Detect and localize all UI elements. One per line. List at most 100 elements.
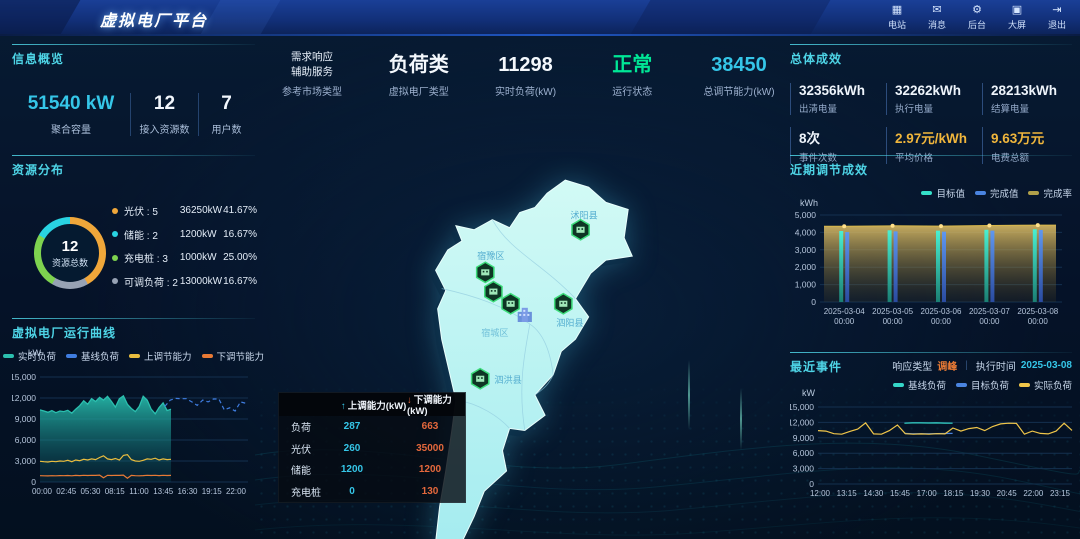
y-tick-label: 3,000 <box>793 464 815 474</box>
legend-row-charger: 充电桩 : 3 1000kW 25.00% <box>112 246 257 270</box>
station-marker[interactable] <box>485 281 502 301</box>
y-tick-label: 1,000 <box>795 280 817 290</box>
station-marker[interactable] <box>477 262 494 282</box>
y-tick-label: 0 <box>811 297 816 307</box>
x-tick-label: 19:30 <box>970 489 991 498</box>
station-marker[interactable] <box>502 294 519 314</box>
cell-executed-energy: 32262kWh 执行电量 <box>886 83 982 115</box>
stat-resources: 12 接入资源数 <box>130 93 198 136</box>
完成值-bar <box>845 232 849 302</box>
event-line-chart: 03,0006,0009,00012,00015,00012:0013:1514… <box>790 385 1080 503</box>
nav-station[interactable]: ▦ 电站 <box>882 3 912 31</box>
legend-row-pv: 光伏 : 5 36250kW 41.67% <box>112 199 257 223</box>
stat-run-status: 正常 运行状态 <box>588 50 676 98</box>
x-tick-label: 00:00 <box>32 487 53 496</box>
table-row-storage: 储能 1200 1200 <box>279 459 465 481</box>
station-marker[interactable] <box>572 220 589 240</box>
info-stats: 51540 kW 聚合容量 12 接入资源数 7 用户数 <box>12 93 255 136</box>
message-icon: ✉ <box>932 3 941 17</box>
nav-bigscreen[interactable]: ▣ 大屏 <box>1002 3 1032 31</box>
nav-admin[interactable]: ⚙ 后台 <box>962 3 992 31</box>
x-tick-label: 08:15 <box>105 487 126 496</box>
table-row-load: 负荷 287 663 <box>279 416 465 438</box>
legend-row-adjustable-load: 可调负荷 : 2 13000kW 16.67% <box>112 270 257 294</box>
y-tick-label: 3,000 <box>795 245 817 255</box>
stat-market-type: 需求响应 辅助服务 参考市场类型 <box>268 50 356 98</box>
response-type-value: 调峰 <box>937 358 957 373</box>
panel-title: 信息概览 <box>12 44 255 67</box>
目标值-bar <box>888 230 892 302</box>
y-tick-label: 9,000 <box>793 433 815 443</box>
station-icon: ▦ <box>892 3 902 17</box>
y-tick-label: 6,000 <box>793 448 815 458</box>
stat-capacity: 51540 kW 聚合容量 <box>12 93 130 136</box>
x-tick-label: 19:15 <box>202 487 223 496</box>
x-tick-date: 2025-03-08 <box>1017 307 1058 316</box>
donut-center: 12 资源总数 <box>41 224 99 282</box>
x-tick-label: 18:15 <box>943 489 964 498</box>
x-tick-label: 15:45 <box>890 489 911 498</box>
cell-cleared-energy: 32356kWh 出清电量 <box>790 83 886 115</box>
adjust-bar-chart: 01,0002,0003,0004,0005,0002025-03-0400:0… <box>790 185 1072 337</box>
gear-icon: ⚙ <box>972 3 982 17</box>
x-tick-label: 13:15 <box>837 489 858 498</box>
storage-dot <box>112 231 118 237</box>
header-decor <box>0 0 80 36</box>
y-tick-label: 5,000 <box>795 210 817 220</box>
exec-time-value: 2025-03-08 <box>1021 360 1072 371</box>
x-tick-label: 11:00 <box>129 487 149 496</box>
table-row-pv: 光伏 260 35000 <box>279 438 465 460</box>
目标值-bar <box>936 231 940 302</box>
y-tick-label: 15,000 <box>12 372 36 382</box>
基线负荷-line <box>165 398 246 411</box>
y-tick-label: 12,000 <box>790 417 814 427</box>
exit-icon: ⇥ <box>1052 3 1061 17</box>
event-meta-row: 响应类型 调峰 | 执行时间 2025-03-08 <box>790 358 1072 373</box>
rate-marker <box>939 224 943 228</box>
x-tick-label: 23:15 <box>1050 489 1071 498</box>
y-tick-label: 3,000 <box>15 456 37 466</box>
stat-users: 7 用户数 <box>198 93 254 136</box>
x-tick-label: 13:45 <box>153 487 174 496</box>
panel-title: 近期调节成效 <box>790 155 1072 178</box>
map-label-shuyang: 沭阳县 <box>570 210 597 221</box>
map-label-sihong: 泗洪县 <box>494 374 521 385</box>
x-tick-time: 00:00 <box>979 317 1000 326</box>
map-label-sucheng: 宿城区 <box>481 327 508 338</box>
header-nav: ▦ 电站 ✉ 消息 ⚙ 后台 ▣ 大屏 ⇥ 退出 <box>882 3 1072 31</box>
panel-title: 总体成效 <box>790 44 1072 67</box>
nav-message[interactable]: ✉ 消息 <box>922 3 952 31</box>
目标值-bar <box>839 231 843 302</box>
y-tick-label: 4,000 <box>795 227 817 237</box>
x-tick-date: 2025-03-05 <box>872 307 913 316</box>
x-tick-label: 12:00 <box>810 489 831 498</box>
station-marker[interactable] <box>555 294 572 314</box>
nav-logout[interactable]: ⇥ 退出 <box>1042 3 1072 31</box>
x-tick-label: 02:45 <box>56 487 77 496</box>
实际负荷-line <box>818 423 1072 434</box>
x-tick-time: 00:00 <box>834 317 855 326</box>
map-label-siyang: 泗阳县 <box>556 318 583 328</box>
y-tick-label: 2,000 <box>795 262 817 272</box>
stat-total-capability: 38450 总调节能力(kW) <box>695 50 783 98</box>
rate-marker <box>891 224 895 228</box>
light-beam <box>688 360 690 430</box>
panel-title: 虚拟电厂运行曲线 <box>12 318 255 341</box>
screen-icon: ▣ <box>1012 3 1022 17</box>
x-tick-label: 17:00 <box>917 489 938 498</box>
x-tick-date: 2025-03-04 <box>824 307 865 316</box>
y-tick-label: 12,000 <box>12 393 36 403</box>
x-tick-time: 00:00 <box>883 317 904 326</box>
y-tick-label: 9,000 <box>15 414 37 424</box>
x-tick-time: 00:00 <box>1028 317 1049 326</box>
light-beam <box>740 388 742 450</box>
panel-info-overview: 信息概览 51540 kW 聚合容量 12 接入资源数 7 用户数 <box>12 44 255 136</box>
station-marker[interactable] <box>472 369 489 389</box>
完成值-bar <box>1039 230 1043 302</box>
header-decor <box>630 0 831 36</box>
charger-dot <box>112 255 118 261</box>
resource-legend: 光伏 : 5 36250kW 41.67% 储能 : 2 1200kW 16.6… <box>112 199 257 293</box>
pv-dot <box>112 208 118 214</box>
capability-header: ↑上调能力(kW) ↓下调能力(kW) <box>279 393 465 416</box>
x-tick-label: 05:30 <box>80 487 101 496</box>
